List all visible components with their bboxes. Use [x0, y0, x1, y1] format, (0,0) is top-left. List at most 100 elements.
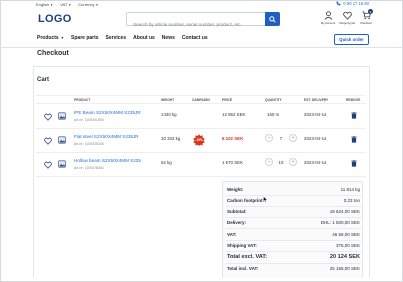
summary-value: 46 56,00 SEK [332, 232, 360, 237]
summary-vat: VAT: 46 56,00 SEK [227, 232, 360, 237]
language-label: English [36, 2, 50, 7]
chevron-down-icon: ▼ [50, 2, 54, 7]
summary-subtotal: Subtotal: 18 624,00 SEK [227, 209, 360, 214]
product-name-link[interactable]: Hollow beam S2X50X4MM S235 [74, 158, 141, 163]
shopping-list-button[interactable]: Shopping list [339, 11, 356, 25]
trash-icon[interactable] [351, 136, 357, 143]
search-icon [269, 15, 276, 23]
order-summary: Weight: 11 814 kg Carbon footprint: 0,23 t… [222, 181, 363, 278]
nav-item-contact-us[interactable]: Contact us [182, 35, 208, 41]
decrease-button[interactable]: − [265, 134, 273, 142]
row-quantity: 160 m [267, 112, 280, 117]
quantity-stepper: − 10 + [265, 158, 297, 166]
quick-order-button[interactable]: Quick order [334, 34, 369, 45]
my-account-button[interactable]: My Account [321, 11, 335, 25]
heart-icon[interactable] [44, 113, 52, 121]
summary-divider [226, 217, 361, 218]
heart-icon [342, 11, 352, 20]
nav-item-services[interactable]: Services [106, 35, 127, 41]
trash-icon[interactable] [351, 160, 357, 167]
col-product: PRODUCT [74, 98, 91, 102]
summary-label: Carbon footprint: [227, 198, 264, 203]
summary-value: 11 814 kg [340, 187, 360, 192]
product-image-icon [58, 136, 66, 144]
summary-value: 20 124 SEK [329, 254, 360, 260]
logo[interactable]: LOGO [38, 13, 72, 25]
product-image-icon [58, 160, 66, 168]
article-number: Art.nr: 1100401800 [74, 118, 104, 122]
cart-button[interactable]: 3 Checkout [359, 9, 373, 25]
chevron-down-icon: ▼ [60, 36, 65, 40]
col-weight: WEIGHT [161, 98, 175, 102]
heart-icon[interactable] [44, 137, 52, 145]
row-price: 12 952 SEK [222, 112, 246, 117]
row-weight: 1430 kg [161, 112, 177, 117]
summary-divider [226, 228, 361, 229]
trash-icon[interactable] [351, 112, 357, 119]
summary-divider [226, 240, 361, 241]
campaign-label: -15% [195, 137, 203, 142]
currency-label: Currency [78, 2, 95, 7]
vat-select[interactable]: VAT ▼ [60, 2, 71, 7]
summary-label: Subtotal: [227, 209, 247, 214]
row-delivery: 2023-04-14 [304, 112, 327, 117]
summary-total-excl: Total excl. VAT: 20 124 SEK [227, 254, 360, 260]
increase-button[interactable]: + [289, 158, 297, 166]
product-name-link[interactable]: Flat steel S2X50X4MM S235JR [74, 134, 139, 139]
summary-label: Shipping VAT: [227, 243, 257, 248]
header-divider [0, 47, 403, 48]
language-select[interactable]: English ▼ [36, 2, 53, 7]
summary-carbon: Carbon footprint: 0,23 ton [227, 198, 360, 203]
decrease-button[interactable]: − [265, 158, 273, 166]
cart-badge: 3 [368, 9, 373, 14]
summary-delivery: Delivery: DHL: 1 500,00 SEK [227, 220, 360, 225]
shopping-list-label: Shopping list [339, 21, 356, 25]
nav-item-spare-parts[interactable]: Spare parts [71, 35, 99, 41]
phone-number: 0 90 17 15 60 [343, 1, 369, 6]
chevron-down-icon: ▼ [68, 2, 72, 7]
summary-value: 25 155,00 SEK [329, 266, 360, 271]
col-quantity: QUANTITY [265, 98, 282, 102]
search-input[interactable] [127, 18, 262, 31]
summary-weight: Weight: 11 814 kg [227, 187, 360, 192]
row-price: 6 102 SEK [222, 136, 244, 141]
product-name-link[interactable]: IPE Beam S2X50X4MM S235JR [74, 110, 141, 115]
row-weight: 10 332 kg [161, 136, 181, 141]
header-icons: My Account Shopping list 3 Checkout [321, 9, 373, 25]
heart-icon[interactable] [44, 161, 52, 169]
table-header: PRODUCT WEIGHT CAMPAIGN PRICE QUANTITY E… [36, 95, 366, 104]
article-number: Art.nr: 1100478402 [74, 166, 104, 170]
summary-label: Weight: [227, 187, 244, 192]
summary-label: Delivery: [227, 220, 247, 225]
increase-button[interactable]: + [289, 134, 297, 142]
main-nav: Products ▼ Spare parts Services About us … [37, 35, 208, 41]
currency-select[interactable]: Currency ▼ [78, 2, 98, 7]
product-image-icon [58, 112, 66, 120]
row-delivery: 2023-04-14 [304, 136, 327, 141]
summary-value: 18 624,00 SEK [329, 209, 360, 214]
article-number: Art.nr: 1100025345 [74, 142, 104, 146]
summary-label: VAT: [227, 232, 237, 237]
phone-link[interactable]: 0 90 17 15 60 [336, 1, 369, 6]
mouse-cursor-icon [263, 196, 268, 203]
search-button[interactable] [265, 12, 280, 26]
summary-shipping-vat: Shipping VAT: 375,00 SEK [227, 243, 360, 248]
summary-label: Total excl. VAT: [227, 254, 268, 260]
row-delivery: 2023-04-14 [304, 160, 327, 165]
phone-icon [336, 1, 341, 6]
nav-item-news[interactable]: News [162, 35, 175, 41]
quantity-value[interactable]: 10 [277, 160, 285, 165]
campaign-badge: -15% [193, 134, 205, 146]
summary-value: 0,23 ton [343, 198, 360, 203]
nav-item-products[interactable]: Products ▼ [37, 35, 64, 41]
summary-divider [226, 206, 361, 207]
quantity-value[interactable]: 7 [277, 136, 285, 141]
table-row: Flat steel S2X50X4MM S235JR Art.nr: 1100… [36, 129, 366, 153]
top-bar: English ▼ VAT ▼ Currency ▼ [36, 2, 99, 7]
page-title: Checkout [37, 50, 69, 57]
nav-item-about-us[interactable]: About us [133, 35, 155, 41]
summary-total-incl: Total incl. VAT: 25 155,00 SEK [227, 266, 360, 271]
summary-label: Total incl. VAT: [227, 266, 259, 271]
col-remove: REMOVE [346, 98, 361, 102]
chevron-down-icon: ▼ [95, 2, 99, 7]
